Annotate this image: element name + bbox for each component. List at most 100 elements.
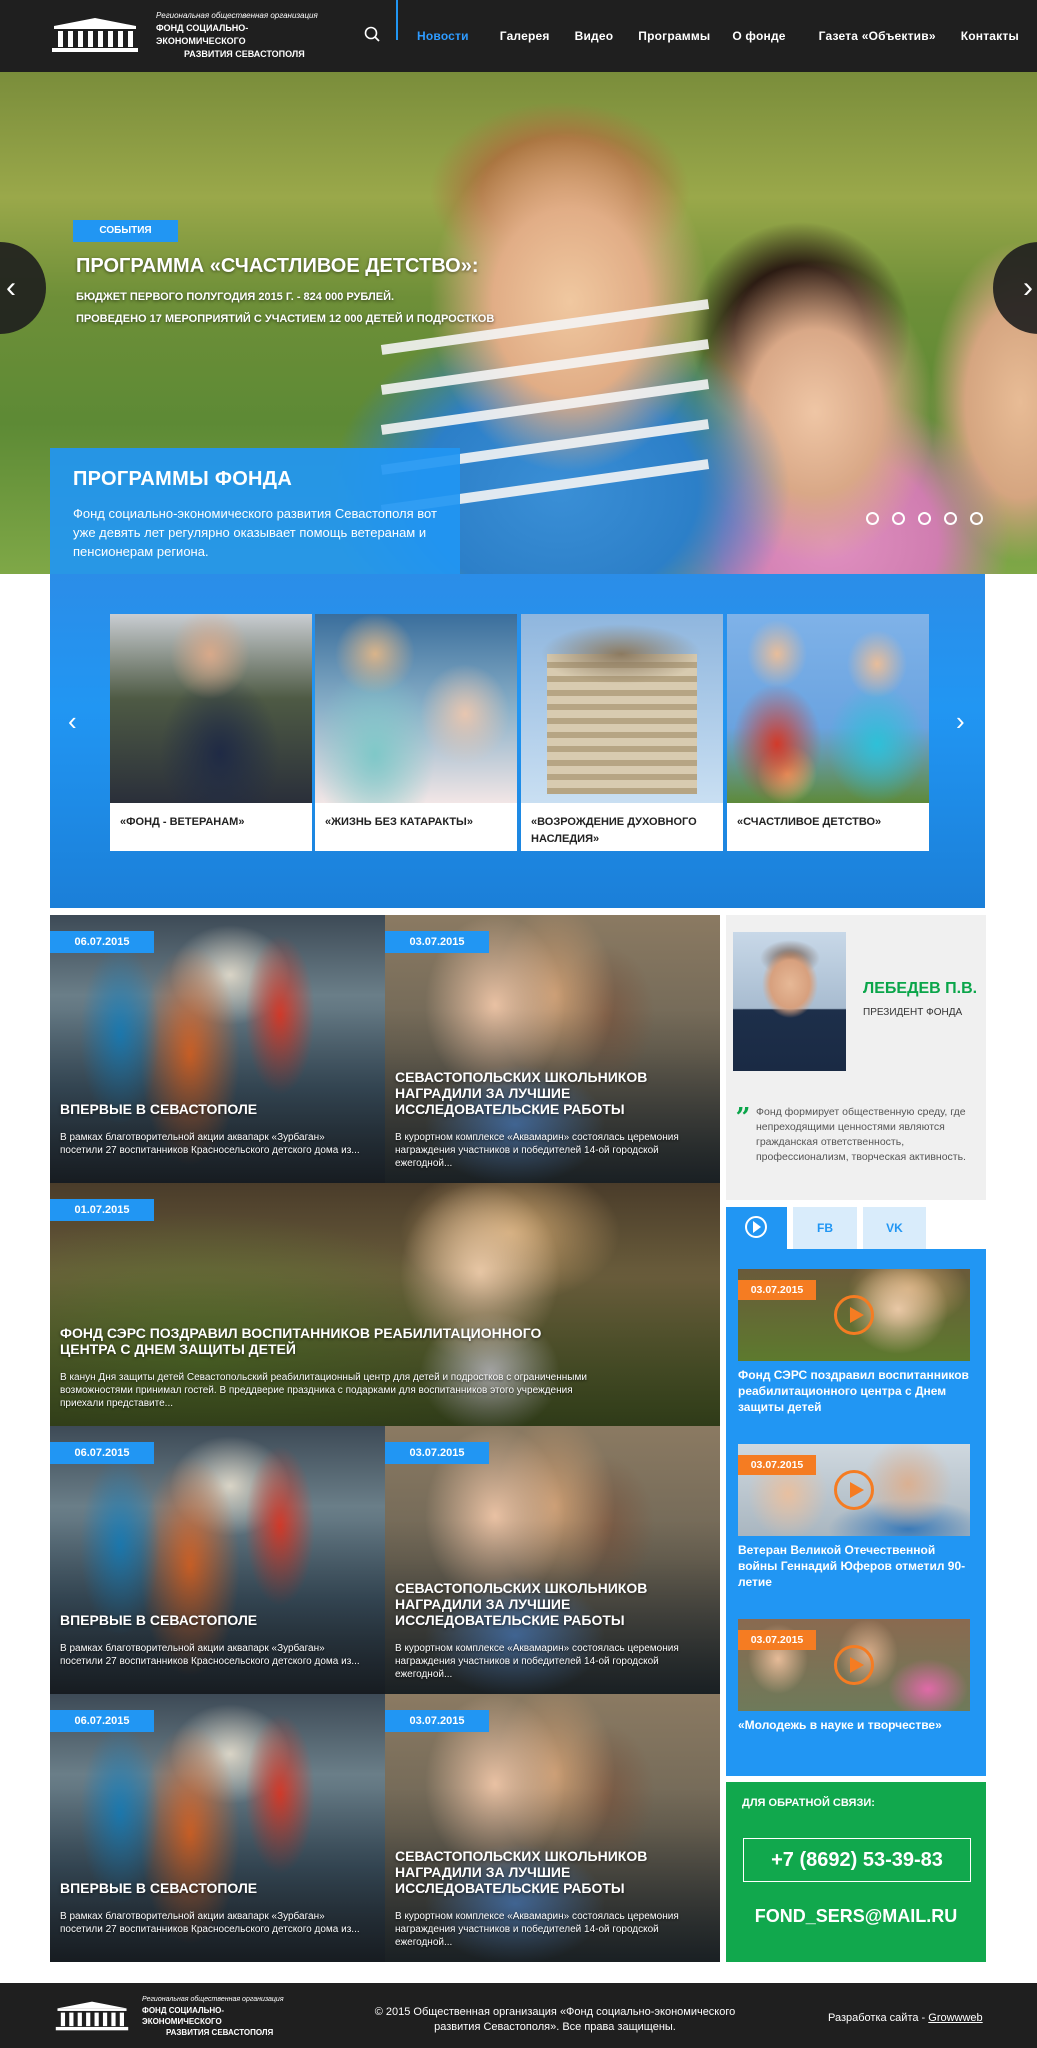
footer-copyright: © 2015 Общественная организация «Фонд со… <box>374 2006 736 2033</box>
nav-programs[interactable]: Программы <box>624 29 721 43</box>
developer-link[interactable]: Growwweb <box>928 2012 982 2024</box>
media-tabs: FB VK <box>726 1207 986 1249</box>
slide-dot[interactable] <box>892 512 905 525</box>
news-excerpt: В курортном комплексе «Аквамарин» состоя… <box>395 1132 679 1169</box>
developer-label: Разработка сайта - <box>828 2012 926 2024</box>
news-date: 06.07.2015 <box>50 1442 154 1464</box>
nav-contacts[interactable]: Контакты <box>947 29 1030 43</box>
news-tile[interactable]: 03.07.2015 Севастопольских школьников на… <box>385 915 720 1183</box>
president-photo <box>733 932 846 1071</box>
news-title: Фонд СЭРС поздравил воспитанников реабил… <box>60 1325 542 1357</box>
news-title: Севастопольских школьников наградили за … <box>395 1848 648 1896</box>
program-card-cataract[interactable]: «Жизнь без катаракты» <box>315 614 517 851</box>
nav-about[interactable]: О фонде <box>721 29 796 43</box>
program-image <box>521 614 723 803</box>
hero-pagination <box>866 512 983 525</box>
contact-label: ДЛЯ ОБРАТНОЙ СВЯЗИ: <box>742 1797 875 1809</box>
logo-line-2: Фонд социально-экономического <box>156 23 249 46</box>
programs-title: ПРОГРАММЫ ФОНДА <box>73 468 293 490</box>
video-title: Фонд СЭРС поздравил воспитанников реабил… <box>738 1368 969 1414</box>
program-card-heritage[interactable]: «Возрождение духовного наследия» <box>521 614 723 851</box>
news-excerpt: В канун Дня защиты детей Севастопольский… <box>60 1372 587 1409</box>
play-icon[interactable] <box>834 1645 874 1685</box>
chevron-left-icon: ‹ <box>68 706 77 736</box>
news-date: 06.07.2015 <box>50 931 154 953</box>
news-excerpt: В рамках благотворительной акции аквапар… <box>60 1911 360 1935</box>
programs-prev-button[interactable]: ‹ <box>68 706 77 737</box>
tab-vk[interactable]: VK <box>863 1207 926 1249</box>
logo-building-icon <box>48 16 142 54</box>
nav-newspaper[interactable]: Газета «Объектив» <box>797 29 947 43</box>
play-icon <box>745 1216 767 1238</box>
site-logo[interactable]: Региональная общественная организация Фо… <box>48 11 318 59</box>
program-caption: «Фонд - ветеранам» <box>120 816 245 828</box>
search-icon[interactable] <box>362 24 384 46</box>
news-tile[interactable]: 03.07.2015 Севастопольских школьников на… <box>385 1426 720 1694</box>
program-card-veterans[interactable]: «Фонд - ветеранам» <box>110 614 312 851</box>
video-title: Ветеран Великой Отечественной войны Генн… <box>738 1543 966 1589</box>
hero-line-1: БЮДЖЕТ ПЕРВОГО ПОЛУГОДИЯ 2015 Г. - 824 0… <box>76 291 395 303</box>
logo-text: Региональная общественная организация Фо… <box>142 1994 302 2038</box>
news-tile[interactable]: 06.07.2015 Впервые в Севастополе В рамка… <box>50 1694 385 1962</box>
logo-text: Региональная общественная организация Фо… <box>156 9 318 61</box>
news-tile[interactable]: 06.07.2015 Впервые в Севастополе В рамка… <box>50 1426 385 1694</box>
hero-category-tag[interactable]: События <box>73 220 178 242</box>
news-title: Севастопольских школьников наградили за … <box>395 1580 648 1628</box>
slide-dot[interactable] <box>944 512 957 525</box>
president-quote: Фонд формирует общественную среду, где н… <box>756 1106 966 1163</box>
video-date: 03.07.2015 <box>738 1630 816 1650</box>
footer-developer: Разработка сайта - Growwweb <box>828 2012 983 2024</box>
news-title: Впервые в Севастополе <box>60 1880 258 1896</box>
program-caption: «Жизнь без катаракты» <box>325 816 473 828</box>
slide-dot[interactable] <box>970 512 983 525</box>
programs-description: Фонд социально-экономического развития С… <box>73 506 437 559</box>
nav-news[interactable]: Новости <box>406 29 480 43</box>
hero-title[interactable]: ПРОГРАММА «СЧАСТЛИВОЕ ДЕТСТВО»: <box>76 255 478 278</box>
news-date: 06.07.2015 <box>50 1710 154 1732</box>
logo-line-1: Региональная общественная организация <box>156 11 318 20</box>
program-card-childhood[interactable]: «Счастливое детство» <box>727 614 929 851</box>
chevron-right-icon: › <box>956 706 965 736</box>
video-title: «Молодежь в науке и творчестве» <box>738 1718 942 1732</box>
media-panel: 03.07.2015 Фонд СЭРС поздравил воспитанн… <box>726 1249 986 1776</box>
news-date: 01.07.2015 <box>50 1199 154 1221</box>
nav-gallery[interactable]: Галерея <box>480 29 561 43</box>
tab-video[interactable] <box>726 1207 787 1249</box>
video-date: 03.07.2015 <box>738 1280 816 1300</box>
slide-dot[interactable] <box>918 512 931 525</box>
news-tile[interactable]: 06.07.2015 Впервые в Севастополе В рамка… <box>50 915 385 1183</box>
contact-email[interactable]: FOND_SERS@MAIL.RU <box>726 1906 986 1927</box>
program-image <box>110 614 312 803</box>
chevron-left-icon: ‹ <box>6 271 16 304</box>
quote-icon: „ <box>736 1088 751 1118</box>
news-title: Севастопольских школьников наградили за … <box>395 1069 648 1117</box>
news-tile-wide[interactable]: 01.07.2015 Фонд СЭРС поздравил воспитанн… <box>50 1183 720 1426</box>
programs-next-button[interactable]: › <box>956 706 965 737</box>
news-title: Впервые в Севастополе <box>60 1101 258 1117</box>
hero-line-2: ПРОВЕДЕНО 17 МЕРОПРИЯТИЙ С УЧАСТИЕМ 12 0… <box>76 313 495 325</box>
tab-fb[interactable]: FB <box>793 1207 857 1249</box>
news-date: 03.07.2015 <box>385 931 489 953</box>
news-tile[interactable]: 03.07.2015 Севастопольских школьников на… <box>385 1694 720 1962</box>
news-excerpt: В курортном комплексе «Аквамарин» состоя… <box>395 1911 679 1948</box>
play-icon[interactable] <box>834 1295 874 1335</box>
logo-line-2: Фонд социально-экономического <box>142 2006 225 2026</box>
main-nav: Новости Галерея Видео Программы О фонде … <box>406 0 1030 72</box>
nav-video[interactable]: Видео <box>561 29 625 43</box>
chevron-right-icon: › <box>1023 271 1033 304</box>
play-icon[interactable] <box>834 1470 874 1510</box>
footer-logo[interactable]: Региональная общественная организация Фо… <box>52 1996 302 2037</box>
slide-dot[interactable] <box>866 512 879 525</box>
news-excerpt: В рамках благотворительной акции аквапар… <box>60 1132 360 1156</box>
logo-line-3: развития Севастополя <box>166 2028 274 2037</box>
video-date: 03.07.2015 <box>738 1455 816 1475</box>
program-image <box>315 614 517 803</box>
logo-line-1: Региональная общественная организация <box>142 1996 284 2003</box>
logo-line-3: развития Севастополя <box>184 49 305 59</box>
news-date: 03.07.2015 <box>385 1710 489 1732</box>
nav-active-marker <box>396 0 398 40</box>
contact-phone[interactable]: +7 (8692) 53-39-83 <box>743 1838 971 1882</box>
logo-building-icon <box>52 2000 132 2032</box>
president-role: ПРЕЗИДЕНТ ФОНДА <box>863 1007 963 1018</box>
news-title: Впервые в Севастополе <box>60 1612 258 1628</box>
